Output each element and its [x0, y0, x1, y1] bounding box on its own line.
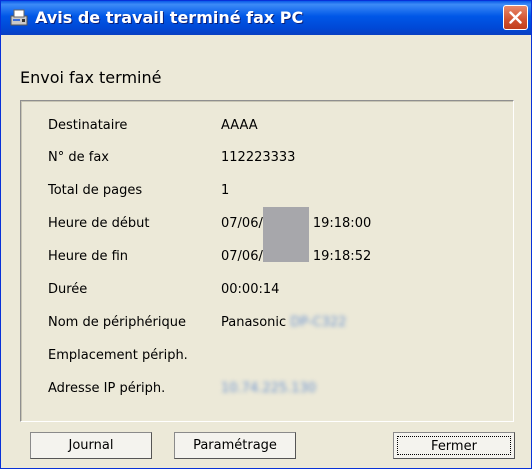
- blurred-ip-value: 10.74.225.130: [221, 381, 317, 396]
- close-button[interactable]: [503, 5, 528, 30]
- field-row-recipient: Destinataire AAAA: [21, 118, 511, 138]
- field-row-device-name: Nom de périphérique Panasonic DP-C322: [21, 315, 511, 335]
- field-value: 00:00:14: [221, 282, 280, 297]
- field-label: Nom de périphérique: [48, 315, 186, 330]
- field-row-device-location: Emplacement périph.: [21, 348, 511, 368]
- field-row-start-time: Heure de début 07/06/19:18:00: [21, 207, 511, 245]
- time-value: 19:18:52: [312, 249, 372, 264]
- field-label: Destinataire: [48, 118, 128, 133]
- field-row-fax-number: N° de fax 112223333: [21, 150, 511, 170]
- field-value: 1: [221, 183, 230, 198]
- fax-notification-window: Avis de travail terminé fax PC Envoi fax…: [0, 0, 532, 469]
- journal-button[interactable]: Journal: [30, 432, 152, 459]
- field-value: 07/06/19:18:52: [221, 236, 372, 264]
- field-value: AAAA: [221, 118, 258, 133]
- field-value: 112223333: [221, 150, 296, 165]
- field-row-device-ip: Adresse IP périph. 10.74.225.130: [21, 381, 511, 401]
- redacted-year: [262, 236, 309, 262]
- date-prefix: 07/06/: [221, 249, 263, 264]
- date-prefix: 07/06/: [221, 216, 263, 231]
- field-label: Total de pages: [48, 183, 143, 198]
- window-title: Avis de travail terminé fax PC: [35, 8, 304, 27]
- fax-printer-icon: [9, 8, 29, 28]
- title-bar[interactable]: Avis de travail terminé fax PC: [1, 1, 531, 35]
- field-row-duration: Durée 00:00:14: [21, 282, 511, 302]
- field-row-end-time: Heure de fin 07/06/19:18:52: [21, 236, 511, 269]
- field-label: Heure de début: [48, 216, 150, 231]
- blurred-model: DP-C322: [290, 315, 347, 330]
- field-value: Panasonic DP-C322: [221, 315, 346, 330]
- device-brand: Panasonic: [221, 315, 287, 330]
- field-row-total-pages: Total de pages 1: [21, 183, 511, 203]
- close-dialog-button[interactable]: Fermer: [393, 432, 515, 459]
- time-value: 19:18:00: [312, 216, 372, 231]
- field-label: Adresse IP périph.: [48, 381, 166, 396]
- settings-button[interactable]: Paramétrage: [174, 432, 296, 459]
- close-dialog-label: Fermer: [397, 436, 511, 455]
- field-label: Durée: [48, 282, 88, 297]
- details-panel: Destinataire AAAA N° de fax 112223333 To…: [20, 100, 514, 422]
- field-label: Heure de fin: [48, 249, 129, 264]
- close-icon: [509, 11, 522, 24]
- field-label: Emplacement périph.: [48, 348, 188, 363]
- status-heading: Envoi fax terminé: [20, 68, 162, 87]
- field-label: N° de fax: [48, 150, 109, 165]
